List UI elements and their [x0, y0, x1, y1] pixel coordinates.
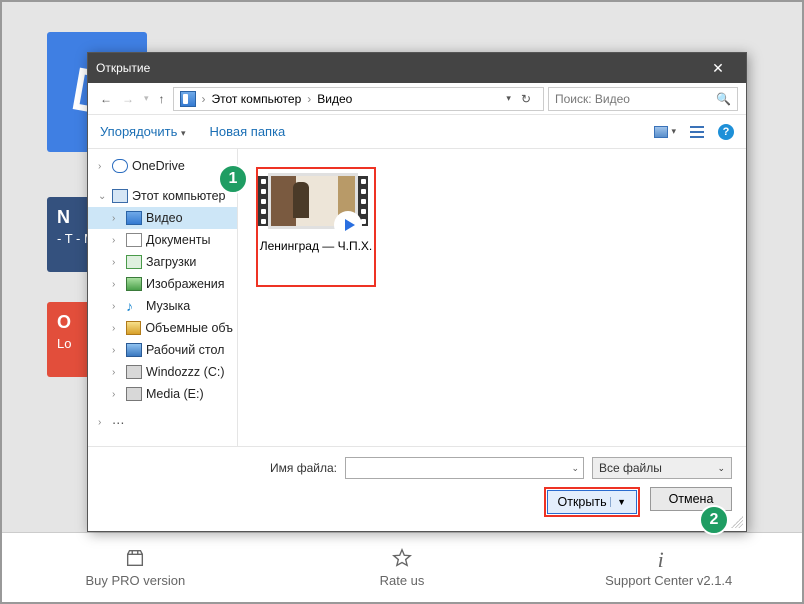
- breadcrumb-root[interactable]: Этот компьютер: [212, 92, 302, 106]
- bg-red-title: O: [57, 312, 71, 332]
- nav-up-button[interactable]: ↑: [159, 92, 165, 106]
- open-split-dropdown[interactable]: ▼: [610, 497, 626, 507]
- video-icon: [126, 211, 142, 225]
- filetype-value: Все файлы: [599, 461, 662, 475]
- tree-item-desktop[interactable]: ›Рабочий стол: [88, 339, 237, 361]
- tree-item-more[interactable]: ›⋯: [88, 411, 237, 433]
- bg-navy-title: N: [57, 207, 70, 227]
- address-dropdown[interactable]: ▾: [506, 93, 511, 104]
- open-button[interactable]: Открыть ▼: [547, 490, 638, 514]
- tree-item-music[interactable]: ›♪Музыка: [88, 295, 237, 317]
- breadcrumb-node[interactable]: Видео: [317, 92, 352, 106]
- file-list[interactable]: Ленинград — Ч.П.Х.: [238, 149, 746, 446]
- support-center-button[interactable]: i Support Center v2.1.4: [535, 533, 802, 602]
- info-icon: i: [658, 547, 680, 569]
- help-button[interactable]: ?: [718, 124, 734, 140]
- download-icon: [126, 255, 142, 269]
- new-folder-button[interactable]: Новая папка: [210, 124, 286, 139]
- search-placeholder: Поиск: Видео: [555, 92, 630, 106]
- callout-badge-1: 1: [218, 164, 248, 194]
- rate-us-button[interactable]: Rate us: [269, 533, 536, 602]
- address-bar[interactable]: › Этот компьютер › Видео ▾ ↻: [173, 87, 544, 111]
- file-name-label[interactable]: Ленинград — Ч.П.Х.: [256, 239, 376, 254]
- music-icon: ♪: [126, 298, 142, 314]
- buy-pro-button[interactable]: Buy PRO version: [2, 533, 269, 602]
- desktop-icon: [126, 343, 142, 357]
- close-button[interactable]: ✕: [698, 60, 738, 77]
- buy-pro-label: Buy PRO version: [85, 573, 185, 588]
- cloud-icon: [112, 159, 128, 173]
- filename-input[interactable]: ⌄: [345, 457, 584, 479]
- nav-forward-button[interactable]: →: [122, 92, 134, 106]
- preview-pane-button[interactable]: [690, 126, 704, 138]
- play-overlay-icon: [334, 211, 362, 239]
- bg-red-line: Lo: [57, 336, 71, 351]
- tree-item-documents[interactable]: ›Документы: [88, 229, 237, 251]
- filename-dropdown-icon[interactable]: ⌄: [571, 463, 579, 474]
- view-mode-button[interactable]: ▾: [654, 126, 676, 138]
- tree-item-3d[interactable]: ›Объемные объ: [88, 317, 237, 339]
- tree-item-onedrive[interactable]: ›OneDrive: [88, 155, 237, 177]
- cube-icon: [126, 321, 142, 335]
- tree-item-drive-e[interactable]: ›Media (E:): [88, 383, 237, 405]
- folder-tree[interactable]: ›OneDrive ⌄Этот компьютер ›Видео ›Докуме…: [88, 149, 238, 446]
- nav-history-dropdown[interactable]: ▾: [144, 93, 149, 104]
- pc-icon: [112, 189, 128, 203]
- open-file-dialog: Открытие ✕ ← → ▾ ↑ › Этот компьютер › Ви…: [87, 52, 747, 532]
- document-icon: [126, 233, 142, 247]
- callout-highlight-open: Открыть ▼: [544, 487, 641, 517]
- rate-us-label: Rate us: [380, 573, 425, 588]
- search-input[interactable]: Поиск: Видео 🔍: [548, 87, 738, 111]
- support-center-label: Support Center v2.1.4: [605, 573, 732, 588]
- pictures-icon: [126, 277, 142, 291]
- search-icon[interactable]: 🔍: [716, 92, 731, 106]
- store-icon: [124, 547, 146, 569]
- chevron-down-icon: ⌄: [717, 463, 725, 474]
- breadcrumb-sep: ›: [307, 92, 311, 106]
- bottom-bar: Buy PRO version Rate us i Support Center…: [2, 532, 802, 602]
- resize-grip[interactable]: [731, 516, 743, 528]
- more-icon: ⋯: [112, 415, 127, 430]
- organize-menu[interactable]: Упорядочить ▾: [100, 124, 186, 139]
- drive-icon: [126, 365, 142, 379]
- nav-back-button[interactable]: ←: [100, 92, 112, 106]
- tree-item-downloads[interactable]: ›Загрузки: [88, 251, 237, 273]
- titlebar[interactable]: Открытие ✕: [88, 53, 746, 83]
- drive-icon: [126, 387, 142, 401]
- tree-item-video[interactable]: ›Видео: [88, 207, 237, 229]
- tree-item-this-pc[interactable]: ⌄Этот компьютер: [88, 185, 237, 207]
- tree-item-images[interactable]: ›Изображения: [88, 273, 237, 295]
- filetype-select[interactable]: Все файлы ⌄: [592, 457, 732, 479]
- filename-label: Имя файла:: [102, 461, 337, 475]
- breadcrumb-sep: ›: [202, 92, 206, 106]
- refresh-button[interactable]: ↻: [521, 92, 531, 106]
- tree-item-drive-c[interactable]: ›Windozzz (C:): [88, 361, 237, 383]
- video-library-icon: [180, 91, 196, 107]
- thumbnail-icon: [654, 126, 668, 138]
- dialog-title: Открытие: [96, 61, 698, 75]
- star-icon: [391, 547, 413, 569]
- callout-badge-2: 2: [699, 505, 729, 535]
